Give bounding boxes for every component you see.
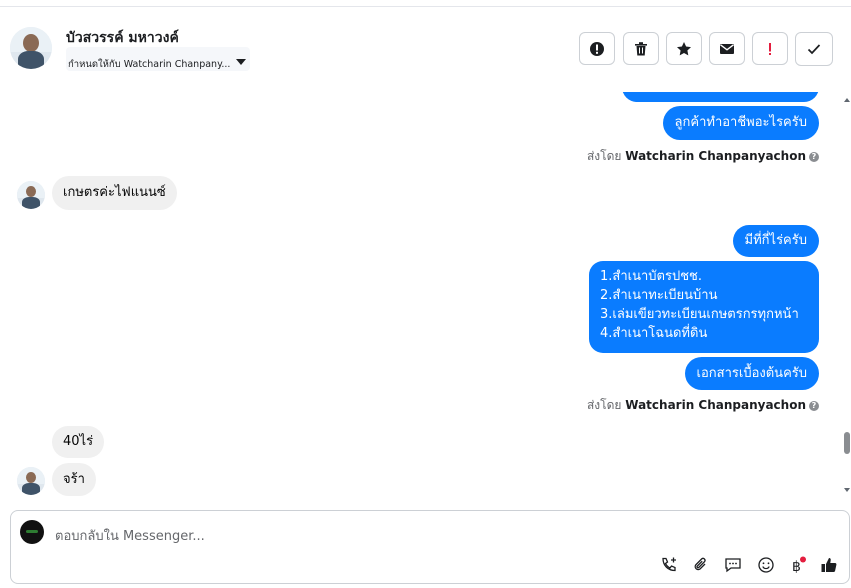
incoming-message: จร้า [52,463,96,496]
saved-reply-button[interactable] [723,555,743,575]
document-line: 1.สำเนาบัตรปชช. [600,269,702,284]
outgoing-message: ลูกค้าทำอาชีพอะไรครับ [662,106,819,140]
outgoing-message: มีที่กี่ไร่ครับ [732,225,819,257]
document-line: 4.สำเนาโฉนดที่ดิน [600,326,708,341]
call-add-button[interactable] [659,555,679,575]
baht-payment-icon: ฿ [792,556,806,574]
assign-label: กำหนดให้กับ Watcharin Chanpany... [68,59,231,70]
scrollbar-thumb[interactable] [844,432,850,454]
mark-unread-button[interactable] [709,32,745,65]
header-divider [0,6,851,7]
contact-avatar-small[interactable] [17,467,45,495]
star-button[interactable] [666,32,702,65]
call-add-icon [662,557,676,572]
thumbs-up-icon [821,558,837,572]
exclamation-circle-icon [590,41,604,56]
star-icon [677,41,691,55]
reply-input[interactable]: ตอบกลับใน Messenger... [55,525,205,546]
sent-by-label: ส่งโดย Watcharin Chanpanyachon? [587,147,819,166]
outgoing-message: เอกสารเบื้องต้นครับ [684,357,819,390]
help-icon[interactable]: ? [809,151,819,162]
emoji-button[interactable] [756,555,776,575]
thread-scrollbar[interactable] [843,92,851,508]
follow-up-button[interactable] [752,32,788,65]
mark-done-button[interactable] [795,32,833,66]
attach-button[interactable] [691,555,711,575]
message-thread[interactable]: ลูกค้าทำอาชีพอะไรครับ ส่งโดย Watcharin C… [0,92,851,508]
mark-spam-button[interactable] [579,32,615,65]
emoji-icon [758,557,774,573]
contact-name[interactable]: บัวสวรรค์ มหาวงค์ [66,27,179,49]
incoming-message: 40ไร่ [52,426,105,458]
scroll-down-icon[interactable] [843,486,851,494]
svg-text:฿: ฿ [792,559,801,574]
incoming-message: เกษตรค่ะไฟแนนซ์ [52,176,177,210]
trash-icon [635,41,647,55]
page-avatar [20,520,44,544]
sent-by-label: ส่งโดย Watcharin Chanpanyachon? [587,396,819,415]
delete-button[interactable] [623,32,659,65]
reply-composer[interactable]: ตอบกลับใน Messenger... ฿ [10,510,850,584]
saved-reply-icon [725,558,741,573]
conversation-header: บัวสวรรค์ มหาวงค์ กำหนดให้กับ Watcharin … [0,0,851,93]
help-icon[interactable]: ? [809,400,819,411]
assign-dropdown[interactable]: กำหนดให้กับ Watcharin Chanpany... [66,47,250,71]
contact-avatar[interactable] [10,27,52,69]
like-button[interactable] [819,555,839,575]
payment-button[interactable]: ฿ [787,555,807,575]
document-line: 2.สำเนาทะเบียนบ้าน [600,288,718,303]
exclamation-icon [769,42,771,55]
outgoing-message-partial [622,92,819,102]
scroll-up-icon[interactable] [843,96,851,104]
envelope-icon [720,43,734,54]
contact-avatar-small[interactable] [17,181,45,209]
document-line: 3.เล่มเขียวทะเบียนเกษตรกรทุกหน้า [600,307,799,322]
chevron-down-icon [236,59,246,65]
paperclip-icon [694,557,706,571]
outgoing-message-documents: 1.สำเนาบัตรปชช. 2.สำเนาทะเบียนบ้าน 3.เล่… [589,261,819,353]
check-icon [807,44,821,55]
